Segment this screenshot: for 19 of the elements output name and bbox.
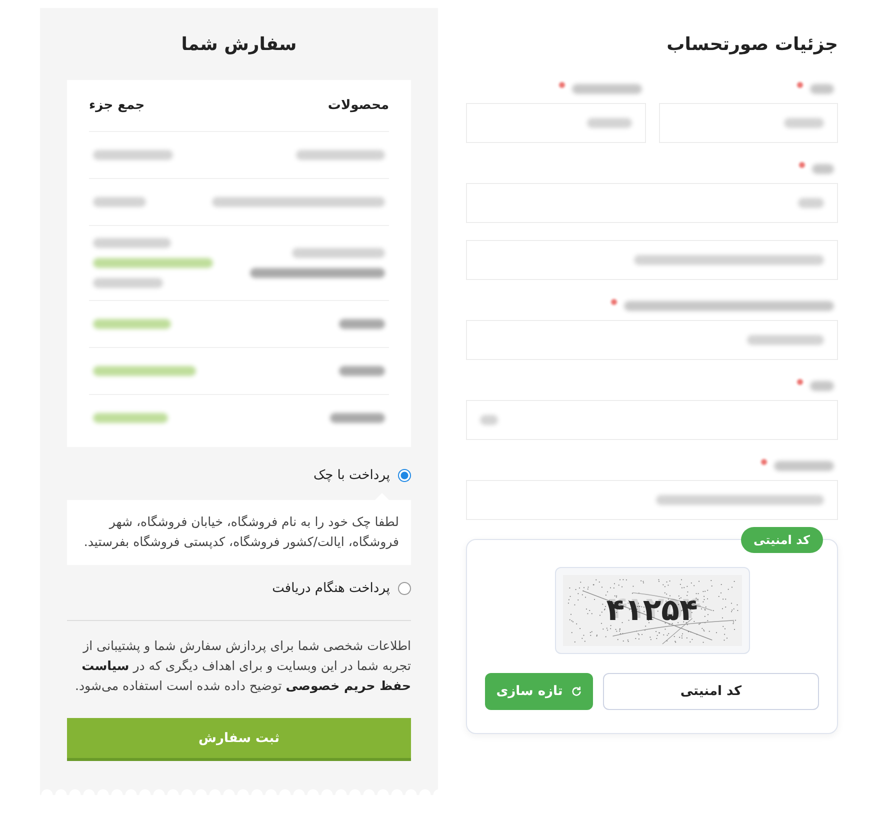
section-title: سفارش شما (180, 33, 298, 57)
section-title: جزئیات صورتحساب (666, 33, 838, 57)
input-field[interactable] (466, 240, 838, 280)
captcha-code: ۴۱۲۵۴ (606, 592, 698, 628)
captcha-input[interactable]: کد امنیتی (603, 673, 819, 710)
column-header: محصولات (328, 98, 389, 113)
input-field[interactable] (466, 183, 838, 223)
input-field[interactable] (466, 400, 838, 440)
payment-option[interactable]: پرداخت با چک (67, 463, 411, 487)
captcha-badge: کد امنیتی (740, 527, 823, 553)
input-field[interactable] (658, 103, 838, 143)
input-field[interactable] (466, 103, 646, 143)
payment-option[interactable]: پرداخت هنگام دریافت (67, 576, 411, 600)
payment-description: لطفا چک خود را به نام فروشگاه، خیابان فروشگاه، شهر فروشگاه، ایالت/کشور فروشگاه، کدپستی فروشگاه بفرستید. (67, 493, 411, 565)
column-header: جمع جزء (89, 98, 145, 113)
privacy-notice: اطلاعات شخصی شما برای پردازش سفارش شما و پشتیبانی از تجربه شما در این وبسایت و برای اهداف دیگری که در سیاست حفظ حریم خصوصی توضیح داده شده است استفاده می‌شود. (74, 637, 411, 695)
input-field[interactable] (466, 320, 838, 360)
input-field[interactable] (466, 480, 838, 520)
refresh-icon (570, 686, 582, 697)
